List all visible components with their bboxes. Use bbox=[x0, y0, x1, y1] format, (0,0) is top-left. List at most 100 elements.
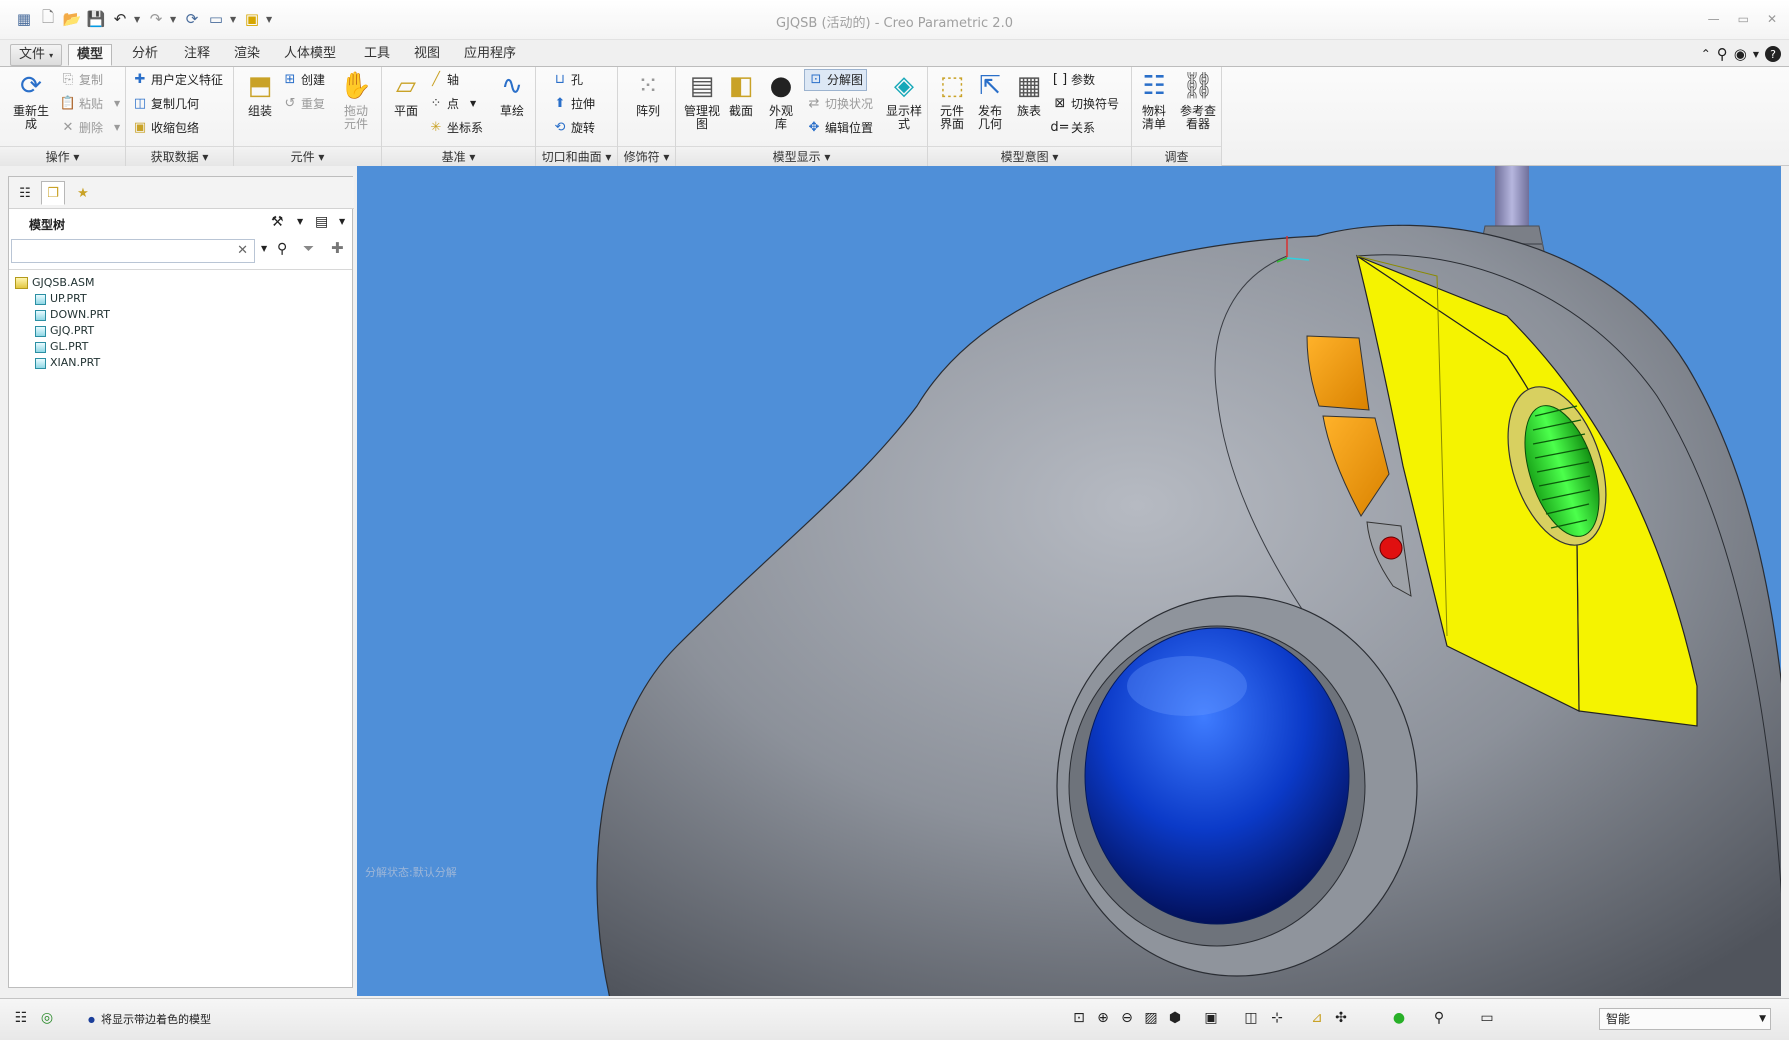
folder-browser-tab[interactable]: ❐ bbox=[41, 181, 65, 205]
paste-button[interactable]: 📋 粘贴 ▼ bbox=[60, 93, 120, 115]
tree-settings-dropdown-icon[interactable]: ▼ bbox=[297, 217, 303, 226]
maximize-button[interactable]: ▭ bbox=[1738, 12, 1749, 26]
tab-render[interactable]: 渲染 bbox=[226, 44, 268, 66]
repeat-button[interactable]: ↺ 重复 bbox=[282, 93, 325, 115]
tab-annotate[interactable]: 注释 bbox=[176, 44, 218, 66]
switch-symbols-icon: ⊠ bbox=[1054, 96, 1066, 111]
edit-position-button[interactable]: ✥ 编辑位置 bbox=[806, 117, 873, 139]
drag-components-button[interactable]: ✋ 拖动元件 bbox=[336, 69, 376, 131]
reference-viewer-button[interactable]: ⛓ 参考查看器 bbox=[1176, 69, 1220, 131]
find-binoculars-icon[interactable]: ⚲ bbox=[1428, 1007, 1450, 1029]
group-model-display-label[interactable]: 模型显示 ▾ bbox=[676, 146, 927, 166]
search-icon[interactable]: ⚲ bbox=[1717, 45, 1728, 63]
udf-button[interactable]: ✚ 用户定义特征 bbox=[132, 69, 223, 91]
parameters-button[interactable]: [ ] 参数 bbox=[1052, 69, 1095, 91]
graphics-viewport[interactable]: 分解状态:默认分解 bbox=[357, 166, 1781, 996]
sketch-button[interactable]: ∿ 草绘 bbox=[492, 69, 532, 118]
copy-geometry-button[interactable]: ◫ 复制几何 bbox=[132, 93, 199, 115]
datum-display-icon[interactable]: ⊹ bbox=[1266, 1007, 1288, 1029]
help-icon[interactable]: ? bbox=[1765, 46, 1781, 62]
explode-view-button[interactable]: ⊡ 分解图 bbox=[804, 69, 868, 91]
tab-manikin[interactable]: 人体模型 bbox=[276, 44, 344, 66]
view-manager-icon[interactable]: ▣ bbox=[1200, 1007, 1222, 1029]
tree-item[interactable]: GL.PRT bbox=[35, 339, 88, 355]
family-table-button[interactable]: ▦ 族表 bbox=[1010, 69, 1048, 118]
tab-view[interactable]: 视图 bbox=[406, 44, 448, 66]
show-dropdown-icon[interactable]: ▼ bbox=[339, 217, 345, 226]
relations-button[interactable]: d= 关系 bbox=[1050, 117, 1095, 139]
tree-item[interactable]: GJQ.PRT bbox=[35, 323, 94, 339]
show-icon[interactable]: ▤ bbox=[315, 214, 328, 230]
axis-button[interactable]: ╱ 轴 bbox=[428, 69, 459, 91]
bom-button[interactable]: ☷ 物料清单 bbox=[1134, 69, 1174, 131]
tree-root[interactable]: GJQSB.ASM bbox=[15, 275, 94, 291]
section-button[interactable]: ◧ 截面 bbox=[722, 69, 760, 118]
tree-item[interactable]: XIAN.PRT bbox=[35, 355, 100, 371]
point-button[interactable]: ⁘ 点 ▼ bbox=[428, 93, 477, 115]
group-modifiers-label[interactable]: 修饰符 ▾ bbox=[618, 146, 675, 166]
create-component-button[interactable]: ⊞ 创建 bbox=[282, 69, 325, 91]
tree-item[interactable]: UP.PRT bbox=[35, 291, 87, 307]
pattern-button[interactable]: ⁙ 阵列 bbox=[628, 69, 668, 118]
group-cuts-label[interactable]: 切口和曲面 ▾ bbox=[536, 146, 617, 166]
csys-button[interactable]: ✳ 坐标系 bbox=[428, 117, 483, 139]
filter-icon[interactable]: ⏷ bbox=[303, 241, 314, 257]
model-tree-tab[interactable]: ☷ bbox=[13, 181, 37, 205]
tree-search-input[interactable]: ✕ bbox=[11, 239, 255, 263]
zoom-in-icon[interactable]: ⊕ bbox=[1092, 1007, 1114, 1029]
zoom-out-icon[interactable]: ⊖ bbox=[1116, 1007, 1138, 1029]
group-operations-label[interactable]: 操作 ▾ bbox=[0, 146, 125, 166]
clear-search-icon[interactable]: ✕ bbox=[237, 243, 248, 258]
tab-applications[interactable]: 应用程序 bbox=[456, 44, 524, 66]
selected-items-icon[interactable]: ▭ bbox=[1476, 1007, 1498, 1029]
toggle-browser-icon[interactable]: ◎ bbox=[36, 1007, 58, 1029]
regenerate-button[interactable]: ⟳ 重新生成 bbox=[10, 69, 52, 131]
add-icon[interactable]: ✚ bbox=[331, 239, 344, 257]
assemble-button[interactable]: ⬒ 组装 bbox=[238, 69, 282, 118]
display-style-button[interactable]: ◈ 显示样式 bbox=[884, 69, 924, 131]
publish-geometry-button[interactable]: ⇱ 发布几何 bbox=[972, 69, 1008, 131]
annotation-display-icon[interactable]: ⊿ bbox=[1306, 1007, 1328, 1029]
component-interface-button[interactable]: ⬚ 元件界面 bbox=[934, 69, 970, 131]
group-investigate-label[interactable]: 调查 bbox=[1132, 146, 1221, 166]
window-controls: — ▭ ✕ bbox=[1708, 12, 1777, 26]
saved-orientations-icon[interactable]: ⬢ bbox=[1164, 1007, 1186, 1029]
tab-analysis[interactable]: 分析 bbox=[124, 44, 166, 66]
dropdown-icon[interactable]: ▼ bbox=[1753, 50, 1759, 59]
tab-tools[interactable]: 工具 bbox=[356, 44, 398, 66]
hole-button[interactable]: ⊔ 孔 bbox=[552, 69, 583, 91]
selection-filter-value: 智能 bbox=[1606, 1012, 1631, 1026]
tab-model[interactable]: 模型 bbox=[68, 44, 113, 66]
toggle-navigator-icon[interactable]: ☷ bbox=[10, 1007, 32, 1029]
command-search-icon[interactable]: ◉ bbox=[1734, 45, 1747, 63]
favorites-tab[interactable]: ★ bbox=[71, 181, 95, 205]
copy-button[interactable]: ⎘ 复制 bbox=[60, 69, 103, 91]
close-button[interactable]: ✕ bbox=[1767, 12, 1777, 26]
display-style-icon[interactable]: ◫ bbox=[1240, 1007, 1262, 1029]
group-component-label[interactable]: 元件 ▾ bbox=[234, 146, 381, 166]
delete-button[interactable]: ✕ 删除 ▼ bbox=[60, 117, 121, 139]
manage-views-button[interactable]: ▤ 管理视图 bbox=[682, 69, 722, 131]
revolve-button[interactable]: ⟲ 旋转 bbox=[552, 117, 595, 139]
minimize-ribbon-icon[interactable]: ⌃ bbox=[1701, 47, 1711, 61]
csys-label: 坐标系 bbox=[447, 121, 484, 135]
minimize-button[interactable]: — bbox=[1708, 12, 1720, 26]
plane-button[interactable]: ▱ 平面 bbox=[386, 69, 426, 118]
tree-settings-icon[interactable]: ⚒ bbox=[271, 214, 284, 230]
search-dropdown-icon[interactable]: ▼ bbox=[261, 244, 267, 253]
toggle-status-button[interactable]: ⇄ 切换状况 bbox=[806, 93, 873, 115]
tab-file[interactable]: 文件 ▾ bbox=[10, 44, 63, 66]
group-model-intent-label[interactable]: 模型意图 ▾ bbox=[928, 146, 1131, 166]
appearance-gallery-button[interactable]: ● 外观库 bbox=[762, 69, 800, 131]
group-get-data-label[interactable]: 获取数据 ▾ bbox=[126, 146, 233, 166]
refit-icon[interactable]: ⊡ bbox=[1068, 1007, 1090, 1029]
tree-item[interactable]: DOWN.PRT bbox=[35, 307, 110, 323]
repaint-icon[interactable]: ▨ bbox=[1140, 1007, 1162, 1029]
shrinkwrap-button[interactable]: ▣ 收缩包络 bbox=[132, 117, 199, 139]
extrude-button[interactable]: ⬆ 拉伸 bbox=[552, 93, 595, 115]
group-datum-label[interactable]: 基准 ▾ bbox=[382, 146, 535, 166]
find-icon[interactable]: ⚲ bbox=[277, 241, 287, 257]
selection-filter-select[interactable]: 智能 ▼ bbox=[1599, 1008, 1771, 1030]
spin-center-icon[interactable]: ✣ bbox=[1330, 1007, 1352, 1029]
switch-symbols-button[interactable]: ⊠ 切换符号 bbox=[1052, 93, 1119, 115]
